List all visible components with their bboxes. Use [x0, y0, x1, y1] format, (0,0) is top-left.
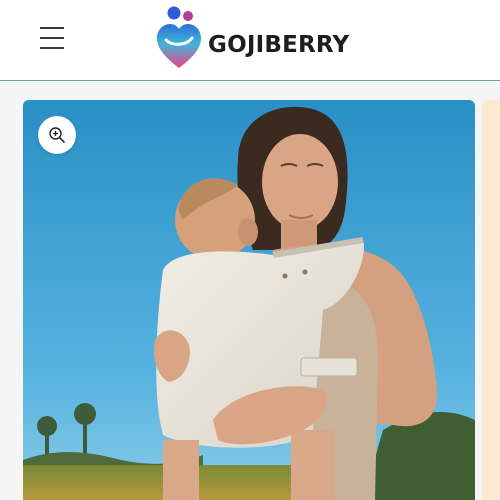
- brand-logo-link[interactable]: GOJIBERRY: [154, 4, 349, 72]
- brand-logo-icon: [157, 6, 201, 68]
- site-header: GOJIBERRY: [0, 0, 500, 81]
- product-image[interactable]: [23, 100, 475, 500]
- menu-line: [40, 37, 64, 39]
- zoom-in-icon: [49, 127, 65, 143]
- next-gallery-image[interactable]: [482, 100, 500, 500]
- menu-button[interactable]: [36, 24, 68, 52]
- product-photo: [23, 100, 475, 500]
- menu-line: [40, 27, 64, 29]
- menu-line: [40, 47, 64, 49]
- brand-name: GOJIBERRY: [208, 32, 350, 58]
- zoom-button[interactable]: [38, 116, 76, 154]
